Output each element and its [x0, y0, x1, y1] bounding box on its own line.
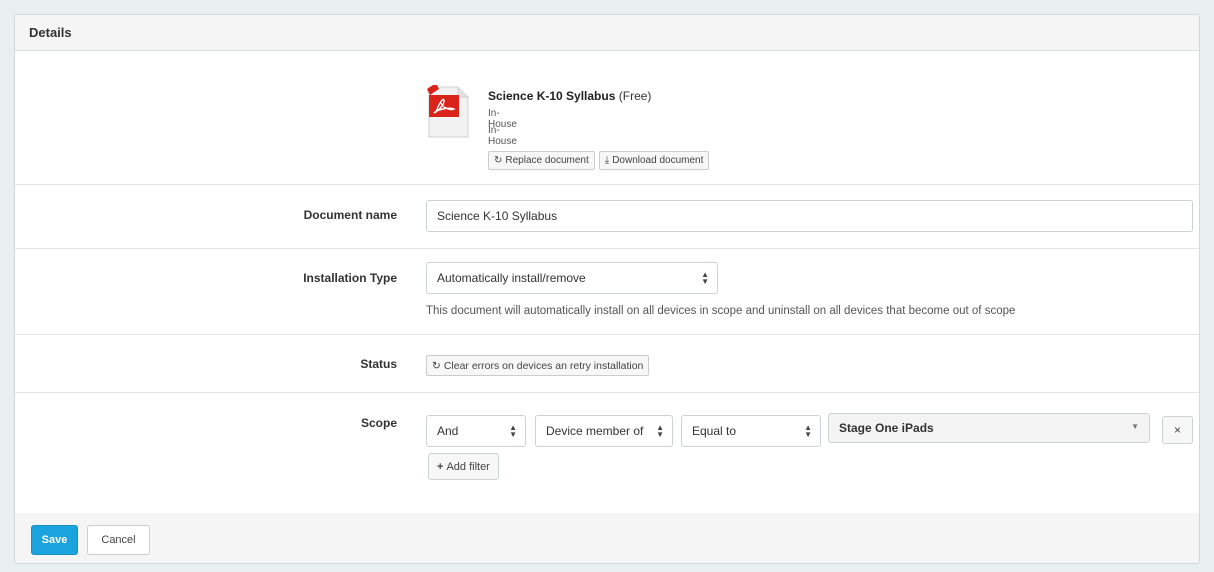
scope-conjunction-value: And — [437, 424, 459, 438]
scope-row: Scope And ▲ ▼ Device member of ▲ ▼ Equal t… — [15, 393, 1199, 516]
refresh-icon: ↻ — [432, 359, 441, 372]
plus-icon: + — [437, 460, 444, 473]
download-document-label: Download document — [612, 155, 704, 166]
document-source-2: In-House — [488, 125, 517, 147]
installation-type-value: Automatically install/remove — [437, 271, 586, 285]
status-label: Status — [360, 357, 397, 371]
cancel-button[interactable]: Cancel — [87, 525, 150, 555]
status-row: Status ↻ Clear errors on devices an retr… — [15, 335, 1199, 393]
pdf-file-icon — [427, 85, 469, 138]
scope-field-select[interactable]: Device member of ▲ ▼ — [535, 415, 673, 447]
document-price: (Free) — [618, 89, 652, 103]
chevron-down-icon: ▼ — [1131, 422, 1139, 431]
document-name-input[interactable] — [426, 200, 1193, 232]
download-icon: ⤓ — [604, 155, 610, 166]
select-arrows-icon: ▲ ▼ — [509, 423, 517, 439]
scope-field-value: Device member of — [546, 424, 644, 438]
scope-operator-select[interactable]: Equal to ▲ ▼ — [681, 415, 821, 447]
remove-filter-button[interactable]: × — [1162, 416, 1193, 444]
scope-value-text: Stage One iPads — [839, 421, 934, 435]
replace-document-button[interactable]: ↻ Replace document — [488, 151, 595, 170]
form-footer: Save Cancel — [15, 513, 1199, 563]
installation-type-label: Installation Type — [303, 271, 397, 285]
close-icon: × — [1173, 423, 1181, 437]
panel-header: Details — [15, 15, 1199, 51]
document-title: Science K-10 Syllabus (Free) — [488, 89, 651, 103]
document-name-row: Document name — [15, 185, 1199, 249]
scope-label: Scope — [360, 416, 397, 430]
installation-type-row: Installation Type Automatically install/… — [15, 249, 1199, 335]
document-file-row: Science K-10 Syllabus (Free) In-House In… — [15, 51, 1199, 185]
save-button[interactable]: Save — [31, 525, 78, 555]
add-filter-label: Add filter — [446, 460, 490, 473]
replace-document-label: Replace document — [505, 155, 589, 166]
scope-conjunction-select[interactable]: And ▲ ▼ — [426, 415, 526, 447]
panel-title: Details — [29, 25, 72, 40]
select-arrows-icon: ▲ ▼ — [701, 270, 709, 286]
details-panel: Details Science K-10 Syllabus (Free) In-… — [14, 14, 1200, 564]
add-filter-button[interactable]: + Add filter — [428, 453, 499, 480]
select-arrows-icon: ▲ ▼ — [804, 423, 812, 439]
scope-operator-value: Equal to — [692, 424, 737, 438]
installation-type-help: This document will automatically install… — [426, 305, 1016, 317]
select-arrows-icon: ▲ ▼ — [656, 423, 664, 439]
clear-errors-label: Clear errors on devices an retry install… — [443, 359, 644, 372]
installation-type-select[interactable]: Automatically install/remove ▲ ▼ — [426, 262, 718, 294]
download-document-button[interactable]: ⤓ Download document — [598, 151, 710, 170]
refresh-icon: ↻ — [494, 155, 503, 166]
scope-value-select[interactable]: Stage One iPads ▼ — [828, 413, 1150, 443]
document-title-name: Science K-10 Syllabus — [488, 89, 616, 103]
document-name-label: Document name — [303, 208, 397, 222]
clear-errors-button[interactable]: ↻ Clear errors on devices an retry insta… — [426, 355, 650, 376]
